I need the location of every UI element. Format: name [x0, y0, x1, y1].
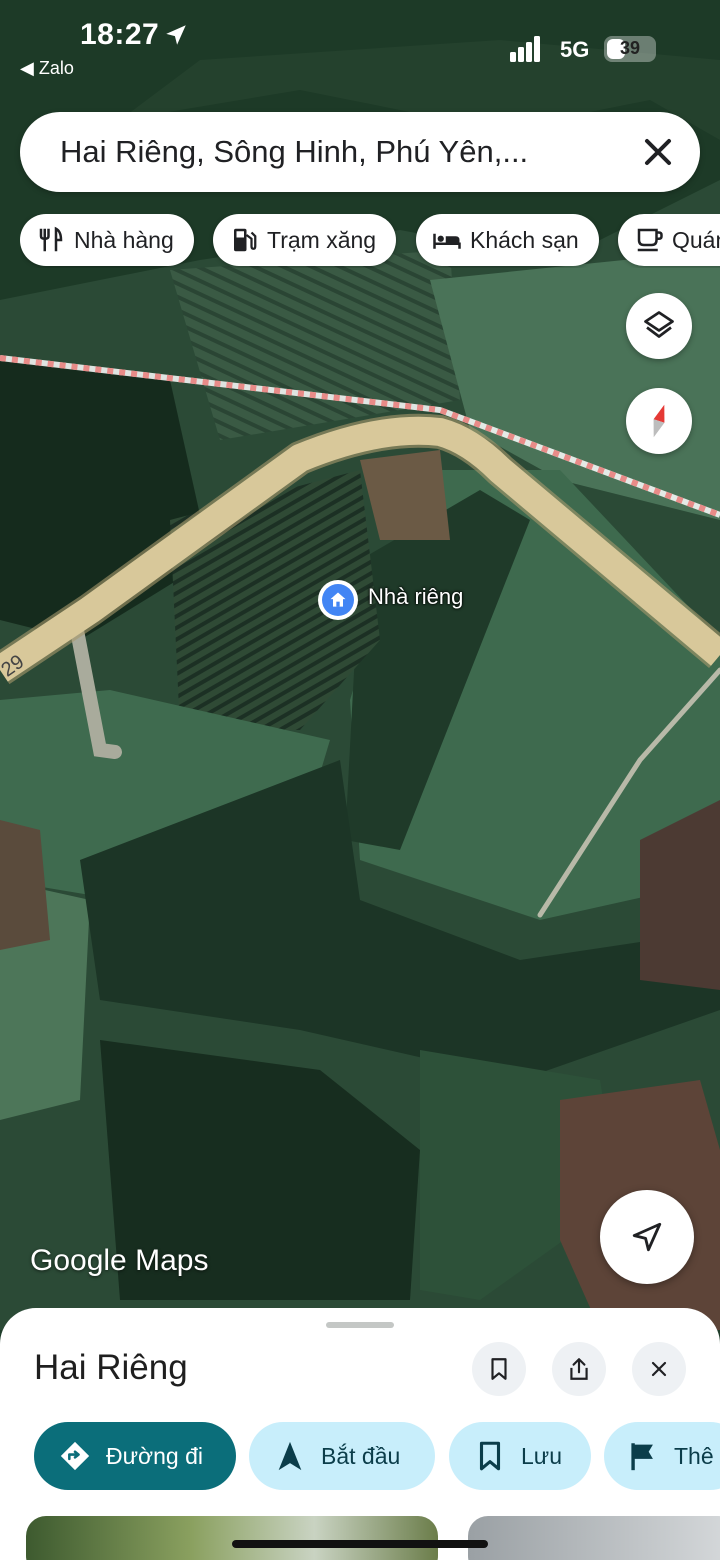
- gas-station-icon: [234, 228, 257, 252]
- chip-gas-stations[interactable]: Trạm xăng: [213, 214, 397, 266]
- layers-icon: [644, 311, 674, 338]
- satellite-imagery: [0, 0, 720, 1330]
- battery-percentage: 39: [619, 38, 641, 58]
- close-icon[interactable]: [636, 130, 680, 174]
- flag-icon: [631, 1443, 653, 1471]
- chip-label: Quán: [672, 226, 720, 253]
- status-time: 18:27: [80, 18, 160, 51]
- battery-indicator: 39: [604, 36, 656, 62]
- home-indicator[interactable]: [232, 1540, 488, 1548]
- logo-google: Google: [30, 1244, 127, 1277]
- directions-icon: [60, 1441, 90, 1471]
- close-sheet-button[interactable]: [632, 1342, 686, 1396]
- chip-label: Trạm xăng: [267, 226, 377, 253]
- network-type: 5G: [560, 37, 590, 62]
- location-arrow-icon: [166, 25, 186, 45]
- search-bar[interactable]: Hai Riêng, Sông Hinh, Phú Yên,...: [20, 112, 700, 192]
- start-button[interactable]: Bắt đầu: [249, 1422, 435, 1490]
- directions-button[interactable]: Đường đi: [34, 1422, 236, 1490]
- chip-cafes[interactable]: Quán: [618, 214, 720, 266]
- place-photo[interactable]: [468, 1516, 720, 1560]
- action-label: Lưu: [521, 1442, 562, 1469]
- cafe-icon: [637, 228, 663, 252]
- chip-label: Khách sạn: [470, 226, 579, 253]
- save-button[interactable]: [472, 1342, 526, 1396]
- chip-hotels[interactable]: Khách sạn: [416, 214, 599, 266]
- place-title: Hai Riêng: [34, 1348, 188, 1387]
- share-button[interactable]: [552, 1342, 606, 1396]
- place-bottom-sheet[interactable]: Hai Riêng Đường đi Bắt đầu Lưu Thê: [0, 1308, 720, 1560]
- navigation-arrow-icon: [632, 1222, 662, 1252]
- google-maps-logo: Google Maps: [30, 1244, 208, 1278]
- category-chips: Nhà hàng Trạm xăng Khách sạn Quán: [20, 214, 720, 268]
- bookmark-icon: [479, 1441, 501, 1471]
- home-icon: [330, 592, 346, 607]
- action-buttons-row: Đường đi Bắt đầu Lưu Thê: [0, 1422, 720, 1492]
- restaurant-icon: [39, 226, 63, 252]
- compass-button[interactable]: [626, 388, 692, 454]
- bookmark-icon: [491, 1358, 507, 1380]
- back-to-app-link[interactable]: ◀ Zalo: [20, 58, 74, 79]
- search-input[interactable]: Hai Riêng, Sông Hinh, Phú Yên,...: [60, 134, 528, 170]
- chip-restaurants[interactable]: Nhà hàng: [20, 214, 194, 266]
- home-pin-icon: [322, 584, 354, 616]
- sheet-drag-handle[interactable]: [326, 1322, 394, 1328]
- hotel-icon: [433, 233, 461, 249]
- chip-label: Nhà hàng: [74, 226, 174, 253]
- place-pin[interactable]: [318, 580, 358, 620]
- save-action-button[interactable]: Lưu: [449, 1422, 591, 1490]
- logo-maps: Maps: [135, 1244, 209, 1277]
- action-label: Thê: [674, 1442, 714, 1469]
- action-label: Đường đi: [106, 1442, 203, 1469]
- pin-label[interactable]: Nhà riêng: [368, 584, 463, 610]
- navigation-icon: [278, 1441, 302, 1471]
- share-icon: [570, 1358, 588, 1380]
- satellite-map[interactable]: 29: [0, 0, 720, 1330]
- action-label: Bắt đầu: [321, 1442, 401, 1469]
- layers-button[interactable]: [626, 293, 692, 359]
- close-icon: [651, 1361, 667, 1377]
- place-photo[interactable]: [26, 1516, 438, 1560]
- cellular-signal-icon: [510, 36, 540, 62]
- add-label-button[interactable]: Thê: [604, 1422, 720, 1490]
- compass-icon: [653, 404, 665, 438]
- my-location-button[interactable]: [600, 1190, 694, 1284]
- place-photos: [0, 1516, 720, 1560]
